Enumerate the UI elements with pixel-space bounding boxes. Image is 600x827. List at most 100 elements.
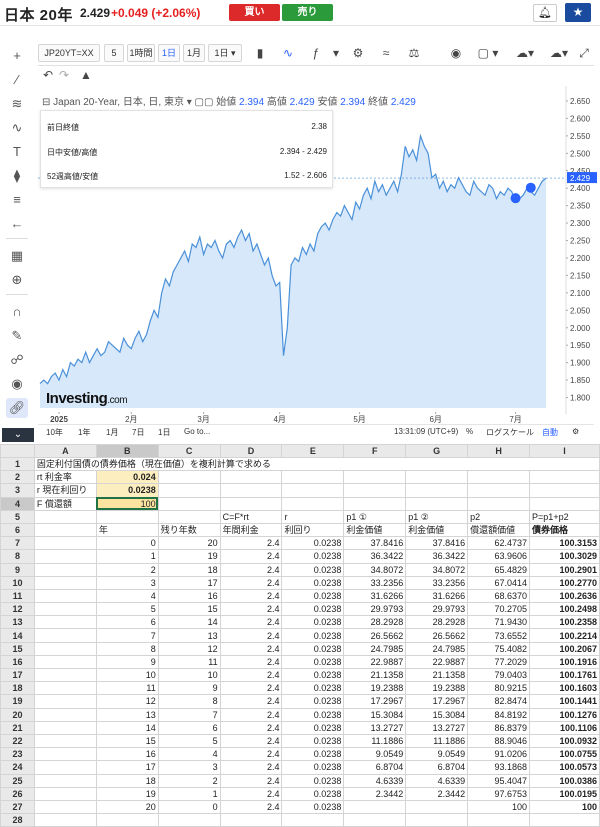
row-header[interactable]: 1 <box>0 456 35 472</box>
data-cell[interactable]: 6 <box>157 720 221 735</box>
interval-1d[interactable]: 1日 <box>158 44 180 62</box>
data-cell[interactable]: 2.4 <box>219 615 283 630</box>
data-cell[interactable]: 67.0414 <box>467 575 531 590</box>
empty-cell[interactable] <box>529 496 600 511</box>
data-cell[interactable]: 33.2356 <box>405 575 469 590</box>
data-cell[interactable]: 73.6552 <box>467 628 531 643</box>
data-cell[interactable]: 2.4 <box>219 641 283 656</box>
data-cell[interactable]: 0.0238 <box>281 799 345 815</box>
data-cell[interactable]: 34.8072 <box>343 562 407 577</box>
header-cell[interactable]: C=F*rt <box>219 509 283 524</box>
go-to-date[interactable]: Go to... <box>184 427 210 436</box>
data-cell[interactable]: 2 <box>95 562 159 577</box>
column-header[interactable]: H <box>467 444 531 458</box>
lock-drawing-icon[interactable]: ✎ <box>6 326 28 346</box>
data-cell[interactable]: 37.8416 <box>405 536 469 551</box>
row-header[interactable]: 11 <box>0 588 35 604</box>
data-cell[interactable]: 0.0238 <box>281 786 345 801</box>
empty-cell[interactable] <box>33 760 97 775</box>
param-value[interactable]: 0.0238 <box>95 483 159 498</box>
watchlist-star-icon[interactable]: ★ <box>565 3 591 22</box>
data-cell[interactable]: 1 <box>95 549 159 564</box>
data-cell[interactable]: 15.3084 <box>343 707 407 722</box>
range-10y[interactable]: 10年 <box>46 427 63 438</box>
row-header[interactable]: 12 <box>0 602 35 617</box>
data-cell[interactable]: 2.3442 <box>343 786 407 801</box>
empty-cell[interactable] <box>33 786 97 801</box>
data-cell[interactable]: 11 <box>157 654 221 670</box>
header-cell[interactable]: 償還額価値 <box>467 522 531 538</box>
data-cell[interactable]: 100.2067 <box>529 641 600 656</box>
data-cell[interactable]: 100.0755 <box>529 747 600 762</box>
data-cell[interactable]: 22.9887 <box>343 654 407 670</box>
row-header[interactable]: 6 <box>0 522 35 538</box>
data-cell[interactable]: 82.8474 <box>467 694 531 709</box>
data-cell[interactable]: 0.0238 <box>281 615 345 630</box>
settings-gear-icon[interactable]: ⚙ <box>572 427 579 436</box>
data-cell[interactable]: 29.9793 <box>405 602 469 617</box>
empty-cell[interactable] <box>405 496 469 511</box>
data-cell[interactable]: 6.8704 <box>343 760 407 775</box>
data-cell[interactable]: 0.0238 <box>281 707 345 722</box>
empty-cell[interactable] <box>467 813 531 827</box>
data-cell[interactable]: 100.1916 <box>529 654 600 670</box>
data-cell[interactable]: 0.0238 <box>281 694 345 709</box>
data-cell[interactable]: 2.4 <box>219 602 283 617</box>
empty-cell[interactable] <box>33 654 97 670</box>
magnet-icon[interactable]: ∩ <box>6 302 28 322</box>
row-header[interactable]: 8 <box>0 549 35 564</box>
row-header[interactable]: 24 <box>0 760 35 775</box>
header-cell[interactable]: p1 ① <box>343 509 407 524</box>
empty-cell[interactable] <box>33 602 97 617</box>
data-cell[interactable]: 21.1358 <box>343 667 407 683</box>
data-cell[interactable]: 11 <box>95 681 159 696</box>
data-cell[interactable]: 2.4 <box>219 773 283 788</box>
data-cell[interactable]: 37.8416 <box>343 536 407 551</box>
data-cell[interactable]: 0.0238 <box>281 562 345 577</box>
range-7d[interactable]: 7日 <box>132 427 144 438</box>
data-cell[interactable]: 2.3442 <box>405 786 469 801</box>
color-picker-icon[interactable]: ▢ ▾ <box>472 44 504 62</box>
empty-cell[interactable] <box>33 720 97 735</box>
data-cell[interactable]: 4 <box>157 747 221 762</box>
data-cell[interactable]: 9.0549 <box>405 747 469 762</box>
empty-cell[interactable] <box>33 641 97 656</box>
data-cell[interactable]: 34.8072 <box>405 562 469 577</box>
data-cell[interactable]: 2.4 <box>219 799 283 815</box>
data-cell[interactable]: 0.0238 <box>281 575 345 590</box>
column-header[interactable]: G <box>405 444 469 458</box>
row-header[interactable]: 4 <box>0 496 35 511</box>
percent-toggle[interactable]: % <box>466 427 473 436</box>
param-label[interactable]: F 償還額 <box>33 496 97 511</box>
header-cell[interactable]: r <box>281 509 345 524</box>
data-cell[interactable]: 13.2727 <box>405 720 469 735</box>
data-cell[interactable]: 2.4 <box>219 707 283 722</box>
empty-cell[interactable] <box>33 733 97 749</box>
data-cell[interactable] <box>405 799 469 815</box>
data-cell[interactable]: 7 <box>157 707 221 722</box>
data-cell[interactable]: 0.0238 <box>281 602 345 617</box>
candles-icon[interactable]: ▮ <box>250 44 270 62</box>
empty-cell[interactable] <box>343 483 407 498</box>
pattern-icon[interactable]: ⧫ <box>6 166 28 186</box>
data-cell[interactable]: 100.1761 <box>529 667 600 683</box>
interval-dropdown[interactable]: 1日 ▾ <box>208 44 242 62</box>
row-header[interactable]: 15 <box>0 641 35 656</box>
data-cell[interactable]: 9.0549 <box>343 747 407 762</box>
data-cell[interactable]: 93.1868 <box>467 760 531 775</box>
data-cell[interactable]: 100 <box>467 799 531 815</box>
data-cell[interactable]: 21.1358 <box>405 667 469 683</box>
data-cell[interactable]: 2.4 <box>219 628 283 643</box>
data-cell[interactable]: 15 <box>95 733 159 749</box>
data-cell[interactable]: 97.6753 <box>467 786 531 801</box>
data-cell[interactable]: 75.4082 <box>467 641 531 656</box>
data-cell[interactable]: 70.2705 <box>467 602 531 617</box>
param-label[interactable]: rt 利金率 <box>33 470 97 485</box>
data-cell[interactable]: 18 <box>95 773 159 788</box>
data-cell[interactable]: 26.5662 <box>343 628 407 643</box>
data-cell[interactable]: 5 <box>95 602 159 617</box>
row-header[interactable]: 26 <box>0 786 35 801</box>
data-cell[interactable]: 6 <box>95 615 159 630</box>
data-cell[interactable]: 2.4 <box>219 575 283 590</box>
data-cell[interactable]: 100.2901 <box>529 562 600 577</box>
